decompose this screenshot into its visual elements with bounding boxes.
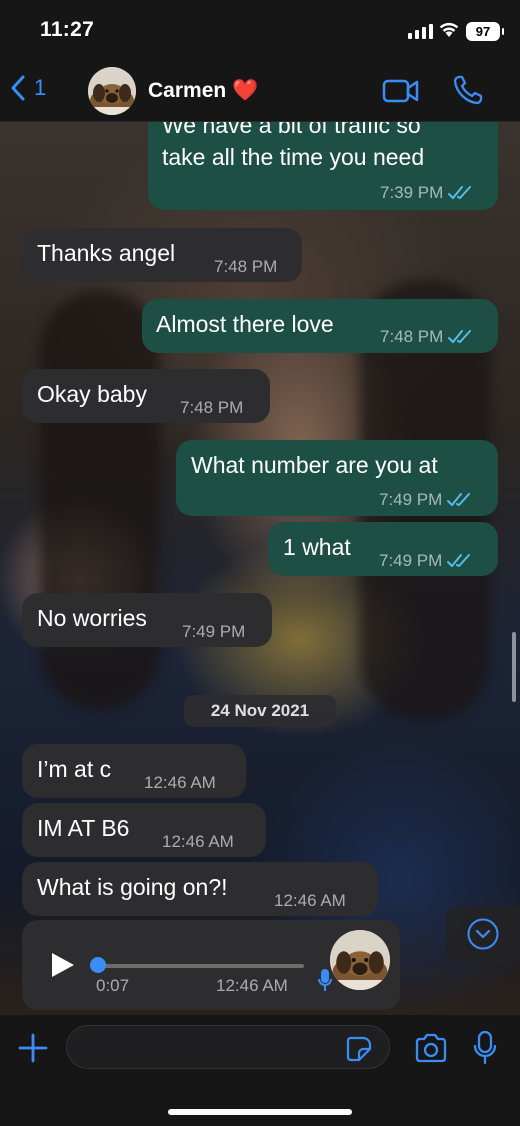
message-time: 12:46 AM <box>274 891 346 910</box>
scroll-to-bottom-button[interactable] <box>446 906 520 962</box>
message-text: take all the time you need <box>162 144 425 170</box>
message-bubble-outgoing[interactable]: What number are you at 7:49 PM <box>176 440 498 516</box>
message-text: Almost there love <box>156 311 334 337</box>
read-receipt-icon <box>448 186 472 199</box>
home-indicator <box>168 1109 352 1115</box>
message-bubble-incoming[interactable]: Thanks angel 7:48 PM <box>22 228 302 282</box>
message-text: 1 what <box>283 534 351 560</box>
play-icon[interactable] <box>52 953 74 977</box>
message-time: 12:46 AM <box>162 832 234 851</box>
message-bubble-incoming[interactable]: No worries 7:49 PM <box>22 593 272 647</box>
battery-indicator: 97 <box>466 22 504 41</box>
dog-avatar-image <box>330 930 390 990</box>
message-time: 7:49 PM <box>379 551 443 570</box>
sender-avatar <box>330 930 390 990</box>
plus-icon[interactable] <box>18 1033 48 1063</box>
message-text: IM AT B6 <box>37 815 130 841</box>
message-time: 7:49 PM <box>379 490 443 509</box>
message-bubble-incoming[interactable]: I’m at c 12:46 AM <box>22 744 246 798</box>
back-button[interactable]: 1 <box>10 74 46 102</box>
message-text: Okay baby <box>37 381 147 407</box>
message-bubble-incoming[interactable]: IM AT B6 12:46 AM <box>22 803 266 857</box>
cellular-signal-icon <box>408 24 433 39</box>
status-bar: 11:27 97 <box>0 0 520 62</box>
date-separator: 24 Nov 2021 <box>184 695 336 727</box>
message-time: 12:46 AM <box>144 773 216 792</box>
message-time: 7:48 PM <box>380 327 444 346</box>
video-camera-icon[interactable] <box>382 76 420 106</box>
message-text: What number are you at <box>191 452 438 478</box>
voice-progress-track[interactable] <box>98 964 304 968</box>
message-composer <box>0 1015 520 1126</box>
message-text: I’m at c <box>37 756 112 782</box>
message-time: 12:46 AM <box>216 976 288 995</box>
message-input[interactable] <box>66 1025 390 1069</box>
voice-scrubber-handle[interactable] <box>90 957 106 973</box>
message-text: We have a bit of traffic so <box>162 122 421 138</box>
message-bubble-outgoing[interactable]: 1 what 7:49 PM <box>268 522 498 576</box>
message-bubble-outgoing[interactable]: We have a bit of traffic so take all the… <box>148 122 498 210</box>
chat-header: 1 Carmen ❤️ <box>0 62 520 122</box>
phone-icon[interactable] <box>452 74 484 106</box>
message-bubble-outgoing[interactable]: Almost there love 7:48 PM <box>142 299 498 353</box>
message-bubble-incoming[interactable]: Okay baby 7:48 PM <box>22 369 270 423</box>
sticker-icon[interactable] <box>346 1036 372 1062</box>
message-time: 7:48 PM <box>214 257 278 276</box>
chevron-down-circle-icon <box>467 918 499 950</box>
status-time: 11:27 <box>40 18 95 41</box>
scroll-indicator <box>512 632 516 702</box>
message-bubble-incoming[interactable]: What is going on?! 12:46 AM <box>22 862 378 916</box>
unread-count: 1 <box>34 75 47 100</box>
contact-name[interactable]: Carmen ❤️ <box>148 79 258 103</box>
message-text: Thanks angel <box>37 240 176 266</box>
microphone-icon[interactable] <box>472 1030 498 1066</box>
contact-avatar[interactable] <box>88 67 136 115</box>
message-list[interactable]: We have a bit of traffic so take all the… <box>0 122 520 1015</box>
message-text: What is going on?! <box>37 874 228 900</box>
message-time: 7:48 PM <box>180 398 244 417</box>
voice-message-bubble[interactable]: 0:07 12:46 AM <box>22 920 400 1010</box>
wifi-icon <box>439 22 459 37</box>
read-receipt-icon <box>447 554 471 567</box>
microphone-icon <box>318 969 332 991</box>
read-receipt-icon <box>447 493 471 506</box>
camera-icon[interactable] <box>414 1033 448 1063</box>
dog-avatar-image <box>88 67 136 115</box>
message-time: 7:49 PM <box>182 622 246 641</box>
message-time: 7:39 PM <box>380 183 444 202</box>
voice-duration: 0:07 <box>96 976 130 995</box>
read-receipt-icon <box>448 330 472 343</box>
chevron-left-icon <box>11 75 25 101</box>
message-text: No worries <box>37 605 147 631</box>
